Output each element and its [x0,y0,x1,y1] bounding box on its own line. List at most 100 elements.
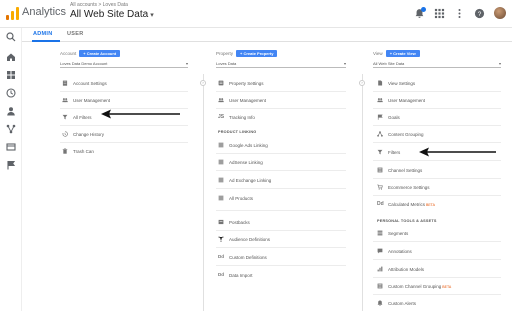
content-grouping-link[interactable]: Content Grouping [377,131,424,137]
active-tab-indicator [32,40,60,42]
notifications-button[interactable] [414,6,426,19]
notification-badge [421,6,426,12]
adsense-linking-link[interactable]: AdSense Linking [218,159,263,165]
chevron-down-icon: ▾ [185,61,188,66]
annotations-link[interactable]: Annotations [377,248,412,254]
tracking-info-link[interactable]: JS Tracking Info [218,114,255,120]
divider [216,91,346,92]
attribution-models-link[interactable]: Attribution Models [377,266,424,272]
beta-badge: BETA [442,284,452,289]
avatar[interactable] [494,7,506,19]
divider [216,210,346,211]
property-settings-link[interactable]: Property Settings [218,80,264,86]
channel-icon [377,283,383,289]
analytics-logo[interactable] [6,6,20,20]
calc-icon: Dd [377,201,384,207]
segments-link[interactable]: Segments [377,230,408,236]
divider [216,170,346,171]
account-all-filters-link[interactable]: All Filters [62,114,92,120]
tab-admin[interactable]: ADMIN [33,31,53,37]
audience-definitions-link[interactable]: Audience Definitions [218,236,270,242]
create-view-button[interactable]: + Create View [385,50,420,57]
custom-alerts-link[interactable]: Custom Alerts [377,300,416,306]
divider [216,108,346,109]
breadcrumb[interactable]: All accounts > Loves Data [70,2,128,8]
custom-definitions-link[interactable]: Dd Custom Definitions [218,254,267,260]
account-column-header: Account + Create Account [60,50,121,57]
filter-icon [377,149,383,155]
item-label: Custom Definitions [229,254,267,260]
account-trash-can-link[interactable]: Trash Can [62,148,94,154]
product-linking-heading: PRODUCT LINKING [218,130,257,134]
property-user-management-link[interactable]: User Management [218,97,266,103]
item-label: All Products [229,195,254,201]
channel-settings-link[interactable]: Channel Settings [377,167,422,173]
filter-icon [62,114,68,120]
divider [373,277,501,278]
view-user-management-link[interactable]: User Management [377,97,425,103]
svg-text:?: ? [478,10,482,17]
more-vert-icon[interactable] [454,8,465,19]
postbacks-icon [218,219,224,225]
help-icon[interactable]: ? [474,8,485,19]
apps-grid-icon[interactable] [434,8,445,19]
tab-user[interactable]: USER [67,31,83,37]
account-user-management-link[interactable]: User Management [62,97,110,103]
divider [373,259,501,260]
customization-icon[interactable] [6,70,16,80]
annotations-icon [377,248,383,254]
account-select[interactable]: Loves Data Demo Account ▾ [60,61,188,68]
left-nav [0,28,22,311]
item-label: Data Import [229,272,253,278]
view-select[interactable]: All Web Site Data ▾ [373,61,501,68]
property-select[interactable]: Loves Data ▾ [216,61,346,68]
divider [373,195,501,196]
divider [216,247,346,248]
view-filters-link[interactable]: Filters [377,149,400,155]
goals-link[interactable]: Goals [377,114,400,120]
ecommerce-settings-link[interactable]: Ecommerce Settings [377,184,430,190]
history-icon [62,131,68,137]
divider [373,160,501,161]
item-label: Content Grouping [388,131,424,137]
property-heading: Property [216,51,234,56]
account-title: All Web Site Data [70,9,149,20]
data-import-link[interactable]: Dd Data Import [218,272,253,278]
conversions-flag-icon[interactable] [6,160,16,170]
item-label: User Management [73,97,111,103]
divider [373,91,501,92]
create-property-button[interactable]: + Create Property [236,50,278,57]
google-ads-linking-link[interactable]: Google Ads Linking [218,142,268,148]
item-label: Attribution Models [388,266,425,272]
view-select-value: All Web Site Data [373,61,405,66]
account-change-history-link[interactable]: Change History [62,131,104,137]
ad-exchange-linking-link[interactable]: Ad Exchange Linking [218,177,271,183]
item-label: Segments [388,230,409,236]
audience-person-icon[interactable] [6,106,16,116]
all-products-link[interactable]: All Products [218,195,253,201]
account-view-selector[interactable]: All Web Site Data ▾ [70,9,154,20]
item-label: Goals [388,114,400,120]
divider [373,108,501,109]
search-icon[interactable] [6,32,16,42]
postbacks-link[interactable]: Postbacks [218,219,250,225]
account-settings-link[interactable]: Account Settings [62,80,107,86]
beta-badge: BETA [426,202,435,207]
view-settings-link[interactable]: View Settings [377,80,415,86]
item-label: Audience Definitions [229,236,271,242]
chevron-down-icon: ▾ [498,61,501,66]
item-label: Annotations [388,248,412,254]
divider [60,91,188,92]
trash-icon [62,148,68,154]
calculated-metrics-link[interactable]: Dd Calculated MetricsBETA [377,201,435,207]
app-brand: Analytics [22,6,67,18]
acquisition-icon[interactable] [6,124,16,134]
realtime-clock-icon[interactable] [6,88,16,98]
custom-channel-grouping-link[interactable]: Custom Channel GroupingBETA [377,283,451,289]
home-icon[interactable] [6,52,16,62]
create-account-button[interactable]: + Create Account [79,50,121,57]
attribution-icon [377,266,383,272]
products-icon [218,195,224,201]
behavior-icon[interactable] [6,142,16,152]
view-heading: View [373,51,383,56]
